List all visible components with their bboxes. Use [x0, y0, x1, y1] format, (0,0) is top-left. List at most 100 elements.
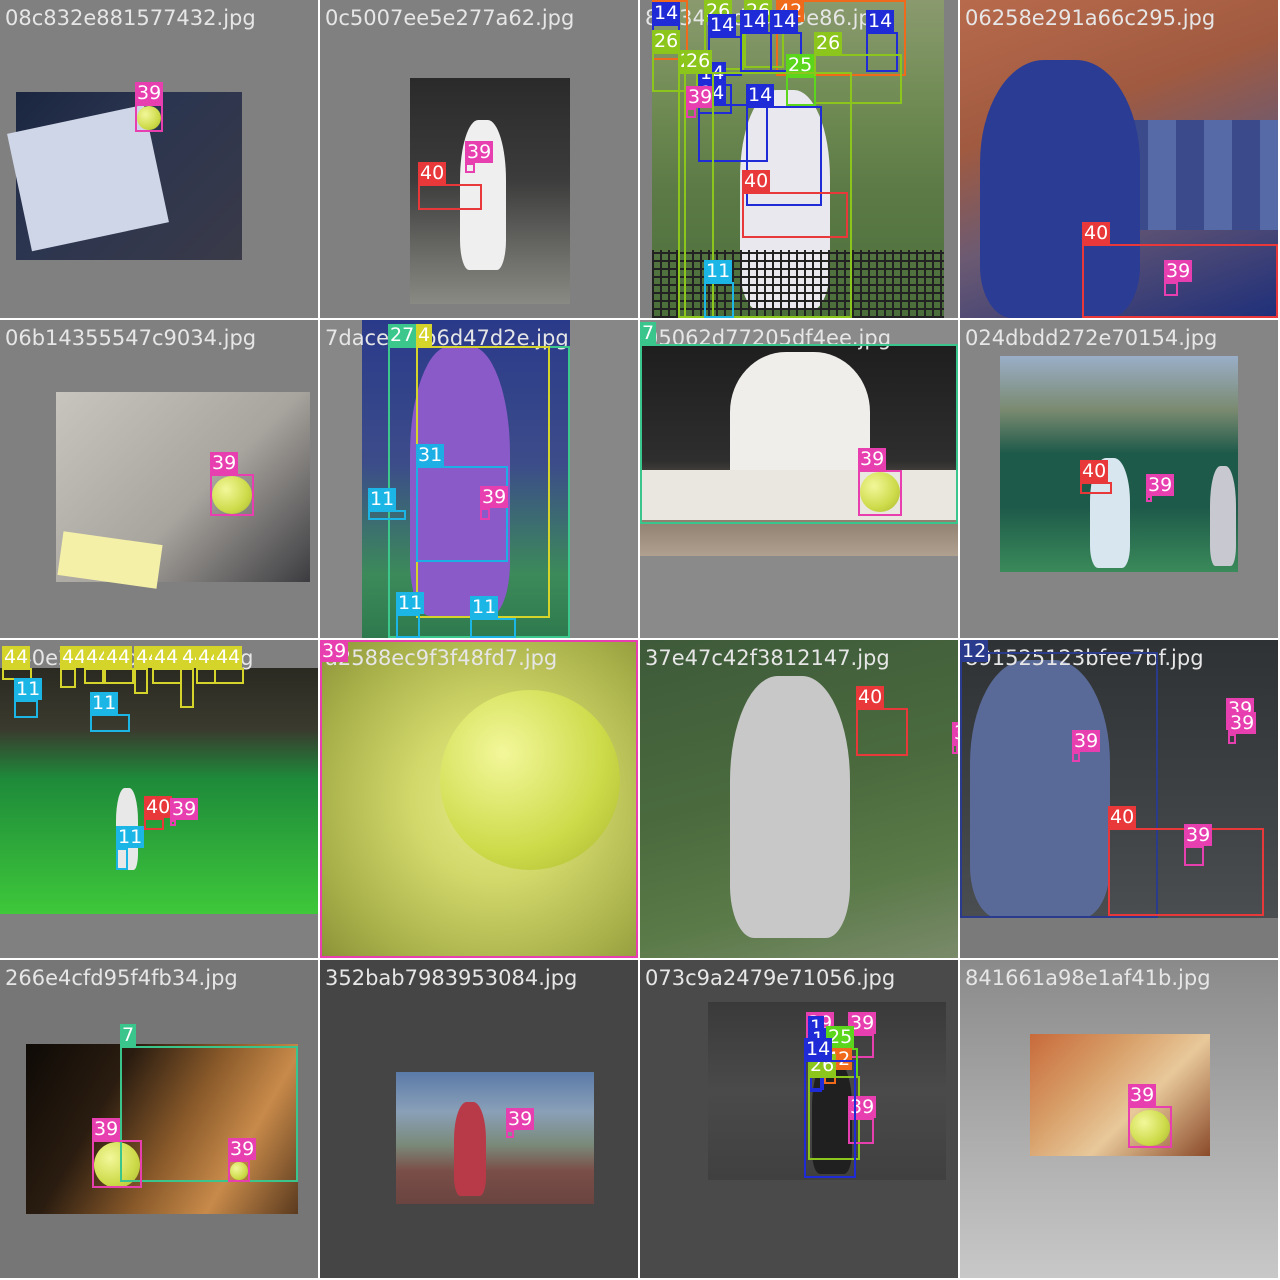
class-label: 14: [740, 10, 769, 32]
image-mosaic: 08c832e881577432.jpg 39 0c5007ee5e277a62.j…: [0, 0, 1280, 1280]
class-label: 14: [652, 2, 681, 24]
mosaic-tile: 0c5007ee5e277a62.jpg 39 40: [320, 0, 638, 318]
bounding-box: [170, 820, 176, 826]
class-label: 44: [152, 646, 181, 668]
class-label: 40: [856, 686, 885, 708]
annotation-layer: 39 40: [320, 0, 638, 318]
bounding-box: [1082, 244, 1278, 318]
class-label: 39: [506, 1108, 535, 1130]
class-label: 14: [866, 10, 895, 32]
bounding-box: [228, 1160, 250, 1182]
annotation-layer: 39: [0, 0, 318, 318]
mosaic-tile: 05062d77205df4ee.jpg 7 39: [640, 320, 958, 638]
bounding-box: [135, 104, 163, 132]
mosaic-tile: 440e2444eb0c44c4.jpg44444444444444444411…: [0, 640, 318, 958]
mosaic-tile: 266e4cfd95f4fb34.jpg 7 39 39: [0, 960, 318, 1278]
class-label: 40: [1080, 460, 1109, 482]
class-label: 27: [388, 324, 417, 346]
class-label: 39: [1128, 1084, 1157, 1106]
mosaic-tile: 891525123bfee7bf.jpg 12 39 39 39 40 39: [960, 640, 1278, 958]
bounding-box: [90, 714, 130, 732]
class-label: 14: [770, 10, 799, 32]
bounding-box: [470, 618, 516, 638]
bounding-box: [120, 1046, 298, 1182]
class-label: 39: [952, 722, 958, 744]
bounding-box: [856, 708, 908, 756]
bounding-box: [1228, 734, 1236, 744]
bounding-box: [14, 700, 38, 718]
bounding-box: [180, 668, 194, 708]
annotation-layer: 12 39 39 39 40 39: [960, 640, 1278, 958]
class-label: 39: [210, 452, 239, 474]
class-label: 39: [170, 798, 199, 820]
bounding-box: [92, 1140, 142, 1188]
bounding-box: [1184, 846, 1204, 866]
bounding-box: [640, 344, 958, 524]
annotation-layer: 40 39: [640, 640, 958, 958]
class-label: 40: [144, 796, 173, 818]
bounding-box: [152, 668, 182, 684]
annotation-layer: 4242142626142614141426251414391426264011: [640, 0, 958, 318]
bounding-box: [1146, 496, 1152, 502]
class-label: 44: [214, 646, 243, 668]
mosaic-tile: 073c9a2479e71056.jpg39391142542263914: [640, 960, 958, 1278]
bounding-box: [952, 744, 958, 754]
class-label: 39: [1228, 712, 1257, 734]
class-label: 39: [1072, 730, 1101, 752]
bounding-box: [506, 1130, 514, 1138]
class-label: 11: [704, 260, 733, 282]
bounding-box: [134, 668, 148, 694]
annotation-layer: 39 40: [960, 0, 1278, 318]
mosaic-tile: 06258e291a66c295.jpg 39 40: [960, 0, 1278, 318]
annotation-layer: 40 39: [960, 320, 1278, 638]
mosaic-tile: a2588ec9f3f48fd7.jpg 39: [320, 640, 638, 958]
mosaic-tile: 352bab7983953084.jpg 39: [320, 960, 638, 1278]
class-label: 40: [418, 162, 447, 184]
bounding-box: [480, 508, 490, 520]
mosaic-tile: 06b14355547c9034.jpg 39: [0, 320, 318, 638]
bounding-box: [214, 668, 244, 684]
bounding-box: [742, 192, 848, 238]
mosaic-tile: 7dacef55b6d47d2e.jpg 27 4 31 39 11 11 11: [320, 320, 638, 638]
class-label: 39: [1146, 474, 1175, 496]
bounding-box: [60, 668, 76, 688]
annotation-layer: 44 44 44 44 44 44 44 44 44 11 11 40 39 11: [0, 640, 318, 958]
bounding-box: [396, 614, 420, 638]
class-label: 39: [465, 141, 494, 163]
class-label: 11: [470, 596, 499, 618]
bounding-box: [1072, 752, 1080, 762]
bounding-box: [416, 466, 508, 562]
class-label: 14: [804, 1038, 833, 1060]
mosaic-tile: 841661a98e1af41b.jpg 39: [960, 960, 1278, 1278]
class-label: 26: [684, 50, 713, 72]
bounding-box: [368, 510, 406, 520]
bounding-box: [704, 282, 734, 318]
class-label: 11: [14, 678, 43, 700]
class-label: 12: [960, 640, 989, 662]
bounding-box: [320, 640, 638, 958]
bounding-box: [144, 818, 164, 830]
class-label: 44: [104, 646, 133, 668]
mosaic-tile: 08c832e881577432.jpg 39: [0, 0, 318, 318]
bounding-box: [1080, 482, 1112, 494]
bounding-box: [804, 1060, 856, 1178]
class-label: 26: [814, 32, 843, 54]
annotation-layer: 39: [320, 960, 638, 1278]
mosaic-tile: 37e47c42f3812147.jpg4039: [640, 640, 958, 958]
class-label: 7: [640, 322, 657, 344]
class-label: 39: [858, 448, 887, 470]
class-label: 39: [228, 1138, 257, 1160]
class-label: 39: [92, 1118, 121, 1140]
bounding-box: [196, 668, 216, 684]
bounding-box: [84, 668, 104, 684]
annotation-layer: 7 39 39: [0, 960, 318, 1278]
bounding-box: [740, 32, 772, 72]
bounding-box: [1128, 1106, 1172, 1148]
class-label: 40: [1082, 222, 1111, 244]
class-label: 7: [120, 1024, 137, 1046]
class-label: 14: [708, 14, 737, 36]
bounding-box: [418, 184, 482, 210]
bounding-box: [858, 470, 902, 516]
class-label: 40: [742, 170, 771, 192]
mosaic-tile: 89f34b0de99f9e86.jpg42421426261426141414…: [640, 0, 958, 318]
